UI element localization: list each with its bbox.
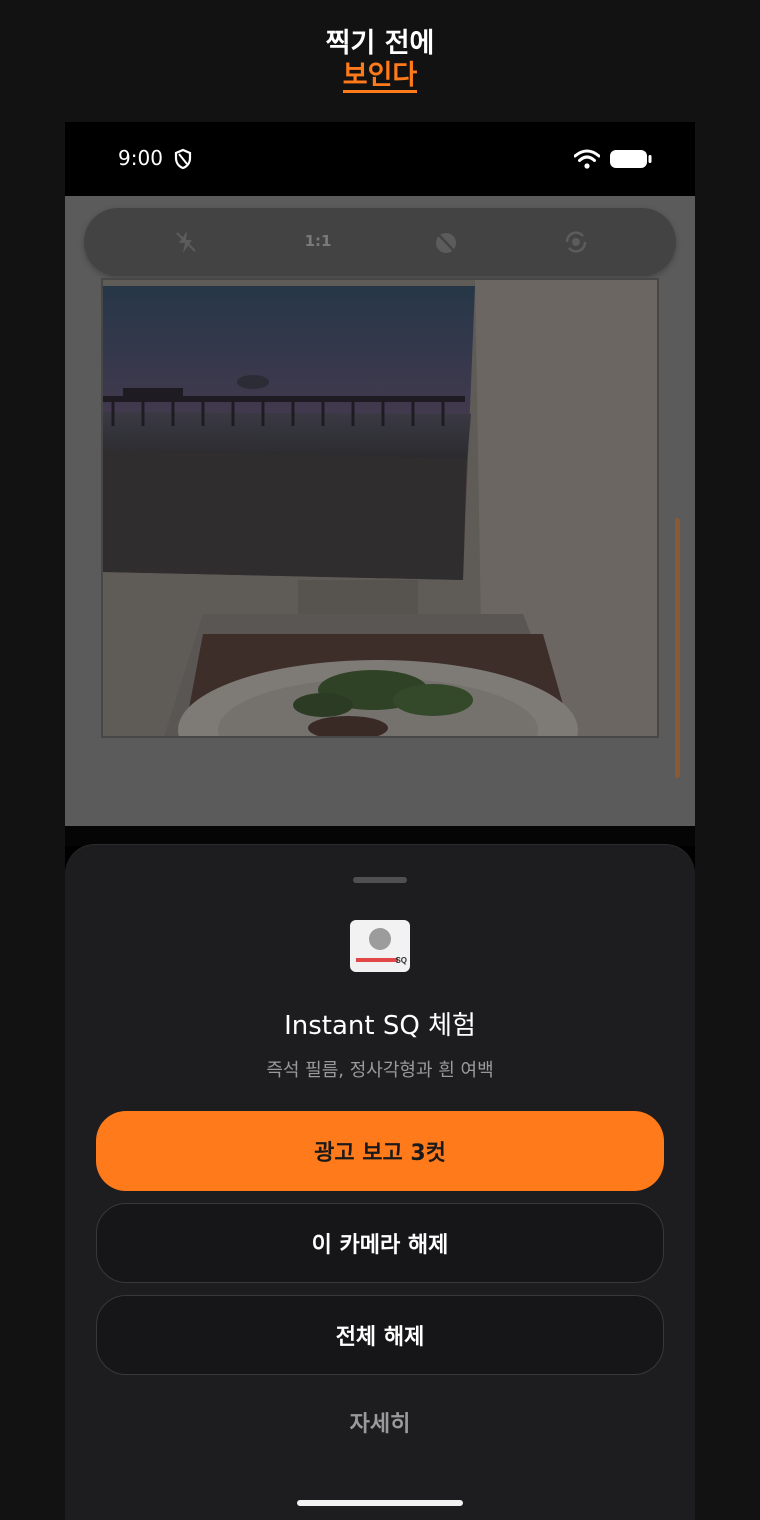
flip-camera-icon[interactable] [562,228,590,256]
camera-preview-image [101,278,659,738]
battery-icon [610,150,652,168]
film-icon-lens [369,928,391,950]
unlock-camera-button[interactable]: 이 카메라 해제 [96,1203,664,1283]
sheet-drag-handle[interactable] [353,877,407,883]
status-time: 9:00 [118,146,163,170]
camera-viewfinder[interactable]: 1:1 [65,196,695,826]
instant-sq-film-icon: SQ [350,920,410,972]
sheet-subtitle: 즉석 필름, 정사각형과 흰 여백 [266,1060,494,1081]
wifi-icon [574,149,600,169]
shield-icon [174,148,192,170]
sheet-backdrop [65,826,695,846]
unlock-all-button[interactable]: 전체 해제 [96,1295,664,1375]
promo-headline: 찍기 전에 보인다 [0,28,760,93]
bottom-sheet: SQ Instant SQ 체험 즉석 필름, 정사각형과 흰 여백 광고 보고… [65,844,695,1520]
sheet-title: Instant SQ 체험 [284,1011,476,1041]
film-icon-stripe [356,958,398,962]
details-link[interactable]: 자세히 [65,1406,695,1438]
status-bar: 9:00 [65,122,695,196]
promo-line-2: 보인다 [342,60,418,93]
preview-scene [103,280,657,736]
flash-off-icon[interactable] [172,228,200,256]
timer-off-icon[interactable] [432,228,460,256]
camera-toolbar: 1:1 [84,208,676,276]
phone-mockup: 9:00 1:1 SQ Instant SQ 체험 즉석 필름, 정사각형과 흰… [65,122,695,1520]
promo-line-1: 찍기 전에 [325,28,435,59]
app-screen: 찍기 전에 보인다 9:00 1:1 SQ Instant SQ 체험 즉석 필… [0,0,760,1520]
aspect-ratio-toggle[interactable]: 1:1 [298,232,338,250]
home-indicator[interactable] [297,1500,463,1506]
watch-ad-button[interactable]: 광고 보고 3컷 [96,1111,664,1191]
zoom-slider[interactable] [675,518,680,778]
film-icon-tag: SQ [395,956,407,965]
